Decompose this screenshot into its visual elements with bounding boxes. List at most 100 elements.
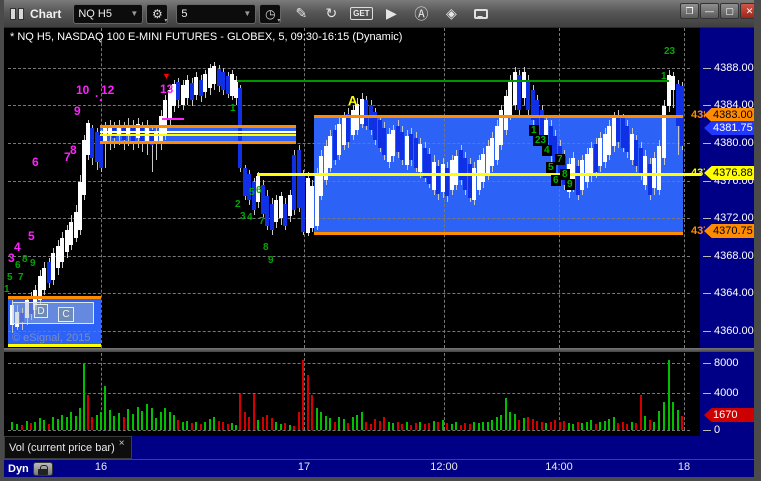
volume-bar bbox=[626, 424, 628, 430]
volume-bar bbox=[388, 422, 390, 430]
vol-h-gridline bbox=[8, 430, 690, 431]
candle-body bbox=[42, 268, 46, 290]
volume-bar bbox=[518, 420, 520, 430]
chart-annotation: 5 bbox=[546, 162, 556, 173]
lock-icon[interactable] bbox=[32, 461, 53, 476]
chart-annotation: 5 bbox=[28, 229, 35, 243]
volume-bar bbox=[262, 417, 264, 430]
axis-tick-mark bbox=[703, 218, 711, 219]
axis-tick-label: 4380.00 bbox=[714, 137, 754, 149]
volume-bar bbox=[496, 417, 498, 430]
candle-body bbox=[346, 114, 350, 142]
tab-label: Vol (current price bar) bbox=[9, 441, 115, 454]
candle-body bbox=[337, 124, 341, 155]
chart-annotation: 9 bbox=[74, 104, 81, 118]
h-gridline bbox=[8, 218, 690, 219]
chart-annotation: 3 bbox=[8, 251, 15, 265]
volume-bar bbox=[352, 417, 354, 430]
magenta-segment bbox=[162, 118, 184, 120]
volume-bar bbox=[325, 416, 327, 430]
volume-bar bbox=[164, 408, 166, 430]
session-chip: C bbox=[58, 307, 74, 322]
chart-annotation: 7 bbox=[18, 272, 24, 283]
pane-splitter[interactable] bbox=[4, 348, 754, 352]
candle-body bbox=[319, 156, 323, 196]
vol-v-gridline bbox=[559, 353, 560, 430]
chart-annotation: ▼ bbox=[162, 71, 171, 81]
axis-tick-mark bbox=[703, 68, 711, 69]
tab-volume-study[interactable]: Vol (current price bar) × bbox=[4, 436, 132, 459]
volume-bar bbox=[293, 426, 295, 430]
volume-bar bbox=[34, 422, 36, 430]
volume-bar bbox=[505, 398, 507, 430]
chart-annotation: 9 bbox=[565, 179, 575, 190]
session-info-box bbox=[12, 302, 94, 324]
volume-bar bbox=[222, 422, 224, 430]
volume-bar bbox=[455, 422, 457, 430]
chart-annotation: 5 bbox=[7, 272, 13, 283]
candle-body bbox=[409, 134, 413, 160]
volume-bar bbox=[563, 421, 565, 430]
volume-bar bbox=[30, 423, 32, 430]
band-yellow-line bbox=[100, 134, 296, 136]
volume-bar bbox=[155, 418, 157, 430]
volume-bar bbox=[83, 363, 85, 430]
chart-window: Chart NQ H5 ▼ ⚙ ▾ 5 ▼ ◷ ▾ ✎ ↻ GET ▶ Ⓐ ◈ … bbox=[0, 0, 761, 481]
candle-body bbox=[481, 154, 485, 182]
volume-bar bbox=[397, 422, 399, 430]
chart-canvas[interactable]: 4388.00 4384.00 4380.00 4376.00 4372.00 4368.… bbox=[4, 0, 754, 477]
chart-annotation: 4383.00 bbox=[691, 109, 705, 121]
volume-bar bbox=[649, 420, 651, 430]
axis-tick-mark bbox=[703, 331, 711, 332]
v-gridline bbox=[684, 28, 685, 348]
chart-annotation: 8 bbox=[70, 143, 77, 157]
volume-bar bbox=[275, 422, 277, 430]
volume-bar bbox=[113, 416, 115, 430]
volume-bar bbox=[235, 425, 237, 430]
volume-bar bbox=[248, 417, 250, 430]
volume-bar bbox=[75, 416, 77, 430]
candle-body bbox=[364, 100, 368, 126]
volume-bar bbox=[231, 423, 233, 430]
chart-annotation: A bbox=[348, 93, 358, 108]
volume-bar bbox=[446, 423, 448, 430]
chart-annotation: 1 bbox=[4, 284, 10, 295]
candle-body bbox=[616, 116, 620, 142]
candle-body bbox=[436, 166, 440, 194]
h-gridline bbox=[8, 256, 690, 257]
volume-bar bbox=[478, 423, 480, 430]
h-gridline bbox=[8, 68, 690, 69]
volume-bar bbox=[361, 412, 363, 430]
volume-bar bbox=[451, 424, 453, 430]
volume-bar bbox=[61, 415, 63, 430]
chart-annotation: 1 bbox=[230, 103, 236, 114]
price-tag: 4383.00 bbox=[704, 108, 754, 122]
volume-bar bbox=[428, 423, 430, 430]
v-gridline bbox=[101, 28, 102, 348]
volume-bar bbox=[132, 414, 134, 430]
volume-bar bbox=[191, 423, 193, 430]
band-white-line bbox=[100, 131, 296, 133]
volume-bar bbox=[338, 417, 340, 430]
volume-bar bbox=[100, 412, 102, 430]
volume-bar bbox=[572, 424, 574, 430]
volume-bar bbox=[635, 423, 637, 430]
candle-body bbox=[112, 128, 116, 138]
axis-tick-mark bbox=[703, 143, 711, 144]
candle-body bbox=[176, 82, 180, 100]
candle-body bbox=[69, 222, 73, 245]
close-icon[interactable]: × bbox=[119, 438, 125, 449]
chart-annotation: 6 bbox=[256, 185, 262, 196]
volume-bar bbox=[173, 415, 175, 430]
chart-annotation: 6 bbox=[15, 260, 21, 271]
volume-bar bbox=[482, 422, 484, 430]
volume-bar bbox=[383, 417, 385, 430]
candle-body bbox=[382, 128, 386, 155]
volume-bar bbox=[653, 422, 655, 430]
candle-body bbox=[51, 253, 55, 280]
volume-bar bbox=[213, 417, 215, 430]
volume-bar bbox=[16, 424, 18, 430]
volume-bar bbox=[500, 415, 502, 430]
dynamic-mode-label: Dyn bbox=[8, 462, 29, 475]
volume-bar bbox=[536, 421, 538, 430]
